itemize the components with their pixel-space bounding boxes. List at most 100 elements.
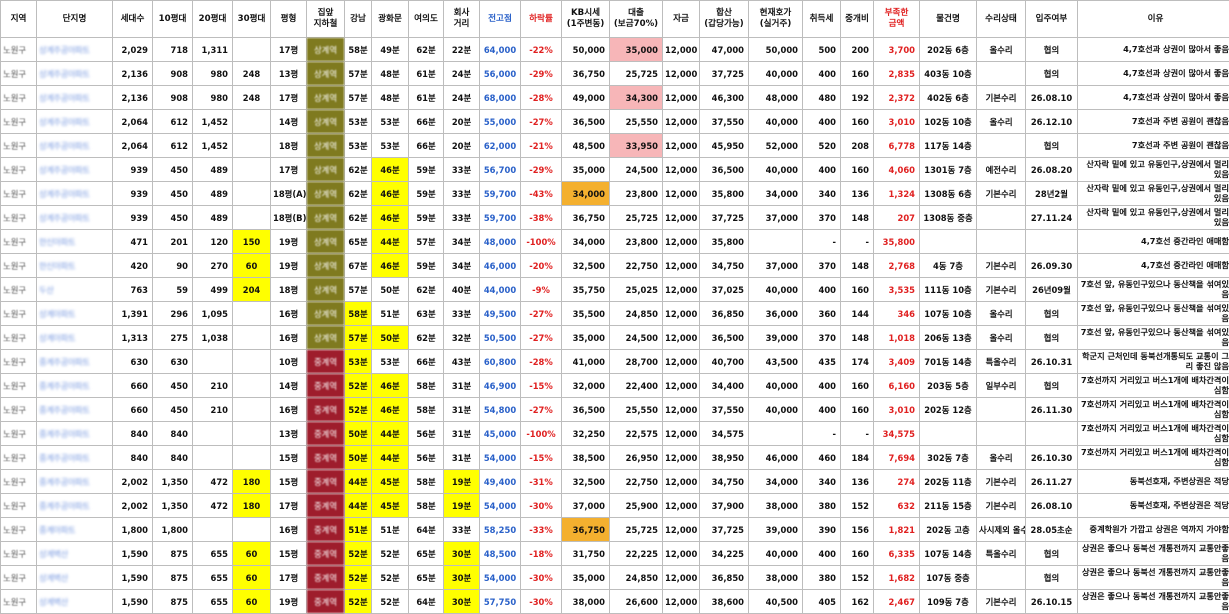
cell-lack[interactable]: 2,372 xyxy=(874,86,920,110)
cell-fee[interactable]: 136 xyxy=(841,182,874,206)
cell-p10[interactable]: 718 xyxy=(153,38,193,62)
cell-reason[interactable]: 4,7호선 중간라인 애매함 xyxy=(1078,230,1229,254)
cell-kb[interactable]: 35,500 xyxy=(562,302,610,326)
cell-kb[interactable]: 32,500 xyxy=(562,254,610,278)
cell-name[interactable]: 상계주공아파트 xyxy=(37,110,113,134)
cell-p30[interactable]: 60 xyxy=(233,542,271,566)
cell-region[interactable]: 노원구 xyxy=(1,398,37,422)
cell-drop[interactable]: -30% xyxy=(521,494,562,518)
cell-loan[interactable]: 35,000 xyxy=(610,38,663,62)
cell-peak[interactable]: 60,800 xyxy=(480,350,521,374)
cell-ghm[interactable]: 46분 xyxy=(372,374,409,398)
header-company-distance[interactable]: 회사 거리 xyxy=(444,1,480,38)
cell-gangnam[interactable]: 44분 xyxy=(345,494,372,518)
cell-households[interactable]: 763 xyxy=(113,278,153,302)
header-drop-rate[interactable]: 하락률 xyxy=(521,1,562,38)
cell-name[interactable]: 중계주공아파트 xyxy=(37,446,113,470)
cell-sum[interactable]: 45,950 xyxy=(700,134,749,158)
cell-sum[interactable]: 37,550 xyxy=(700,398,749,422)
cell-movein[interactable]: 26.08.20 xyxy=(1026,158,1078,182)
cell-company[interactable]: 43분 xyxy=(444,350,480,374)
header-peak-price[interactable]: 전고점 xyxy=(480,1,521,38)
cell-loan[interactable]: 24,850 xyxy=(610,302,663,326)
cell-lack[interactable]: 1,018 xyxy=(874,326,920,350)
cell-households[interactable]: 1,800 xyxy=(113,518,153,542)
cell-p30[interactable] xyxy=(233,134,271,158)
cell-ghm[interactable]: 50분 xyxy=(372,278,409,302)
cell-p10[interactable]: 1,350 xyxy=(153,470,193,494)
cell-fee[interactable]: 174 xyxy=(841,350,874,374)
cell-sum[interactable]: 38,950 xyxy=(700,446,749,470)
cell-p20[interactable]: 980 xyxy=(193,62,233,86)
cell-fee[interactable]: 148 xyxy=(841,326,874,350)
cell-repair[interactable] xyxy=(977,62,1026,86)
cell-repair[interactable]: 올수리 xyxy=(977,446,1026,470)
cell-fund[interactable]: 12,000 xyxy=(663,374,700,398)
cell-drop[interactable]: -100% xyxy=(521,422,562,446)
cell-lack[interactable]: 2,467 xyxy=(874,590,920,614)
cell-loan[interactable]: 25,550 xyxy=(610,398,663,422)
cell-ask[interactable]: 40,500 xyxy=(749,590,803,614)
cell-fund[interactable]: 12,000 xyxy=(663,278,700,302)
cell-drop[interactable]: -9% xyxy=(521,278,562,302)
cell-ydo[interactable]: 63분 xyxy=(409,302,444,326)
table-row[interactable]: 노원구중계주공아파트2,0021,35047218015평중계역44분45분58… xyxy=(1,470,1229,494)
cell-lack[interactable]: 3,535 xyxy=(874,278,920,302)
cell-repair[interactable]: 올수리 xyxy=(977,302,1026,326)
cell-station[interactable]: 중계역 xyxy=(307,470,345,494)
cell-ydo[interactable]: 58분 xyxy=(409,374,444,398)
cell-region[interactable]: 노원구 xyxy=(1,302,37,326)
table-row[interactable]: 노원구중계주공아파트2,0021,35047218017평중계역44분45분58… xyxy=(1,494,1229,518)
cell-movein[interactable] xyxy=(1026,422,1078,446)
cell-peak[interactable]: 59,700 xyxy=(480,206,521,230)
cell-region[interactable]: 노원구 xyxy=(1,446,37,470)
cell-drop[interactable]: -27% xyxy=(521,326,562,350)
cell-tax[interactable]: 400 xyxy=(803,374,841,398)
cell-sum[interactable]: 36,850 xyxy=(700,566,749,590)
cell-sum[interactable]: 34,750 xyxy=(700,254,749,278)
cell-loan[interactable]: 25,725 xyxy=(610,62,663,86)
cell-region[interactable]: 노원구 xyxy=(1,566,37,590)
cell-p10[interactable]: 630 xyxy=(153,350,193,374)
cell-p10[interactable]: 296 xyxy=(153,302,193,326)
cell-kb[interactable]: 38,000 xyxy=(562,590,610,614)
header-listing[interactable]: 물건명 xyxy=(920,1,977,38)
cell-ghm[interactable]: 44분 xyxy=(372,446,409,470)
header-repair-status[interactable]: 수리상태 xyxy=(977,1,1026,38)
cell-size[interactable]: 16평 xyxy=(271,518,307,542)
cell-lack[interactable]: 346 xyxy=(874,302,920,326)
cell-gangnam[interactable]: 65분 xyxy=(345,230,372,254)
cell-name[interactable]: 한신아파트 xyxy=(37,254,113,278)
cell-ask[interactable]: 38,000 xyxy=(749,566,803,590)
cell-drop[interactable]: -43% xyxy=(521,182,562,206)
cell-station[interactable]: 상계역 xyxy=(307,254,345,278)
cell-item[interactable]: 107동 중층 xyxy=(920,566,977,590)
cell-p10[interactable]: 90 xyxy=(153,254,193,278)
cell-p10[interactable]: 908 xyxy=(153,86,193,110)
cell-repair[interactable]: 기본수리 xyxy=(977,590,1026,614)
table-row[interactable]: 노원구상계벽산1,5908756556017평중계역52분52분65분30분54… xyxy=(1,566,1229,590)
cell-loan[interactable]: 24,500 xyxy=(610,158,663,182)
cell-drop[interactable]: -30% xyxy=(521,590,562,614)
table-row[interactable]: 노원구한신아파트420902706019평상계역67분46분59분34분46,0… xyxy=(1,254,1229,278)
cell-fee[interactable]: 184 xyxy=(841,446,874,470)
cell-company[interactable]: 33분 xyxy=(444,206,480,230)
cell-lack[interactable]: 1,682 xyxy=(874,566,920,590)
cell-fund[interactable]: 12,000 xyxy=(663,326,700,350)
cell-movein[interactable]: 28.05초순 xyxy=(1026,518,1078,542)
cell-tax[interactable]: 460 xyxy=(803,446,841,470)
cell-sum[interactable]: 34,750 xyxy=(700,470,749,494)
cell-fee[interactable]: 160 xyxy=(841,374,874,398)
cell-households[interactable]: 939 xyxy=(113,182,153,206)
cell-tax[interactable]: 370 xyxy=(803,206,841,230)
cell-gangnam[interactable]: 57분 xyxy=(345,326,372,350)
cell-lack[interactable]: 1,821 xyxy=(874,518,920,542)
cell-kb[interactable]: 31,750 xyxy=(562,542,610,566)
cell-fee[interactable]: - xyxy=(841,422,874,446)
cell-loan[interactable]: 28,700 xyxy=(610,350,663,374)
cell-p10[interactable]: 275 xyxy=(153,326,193,350)
cell-movein[interactable]: 협의 xyxy=(1026,374,1078,398)
cell-tax[interactable]: - xyxy=(803,230,841,254)
cell-ghm[interactable]: 46분 xyxy=(372,254,409,278)
cell-lack[interactable]: 6,160 xyxy=(874,374,920,398)
